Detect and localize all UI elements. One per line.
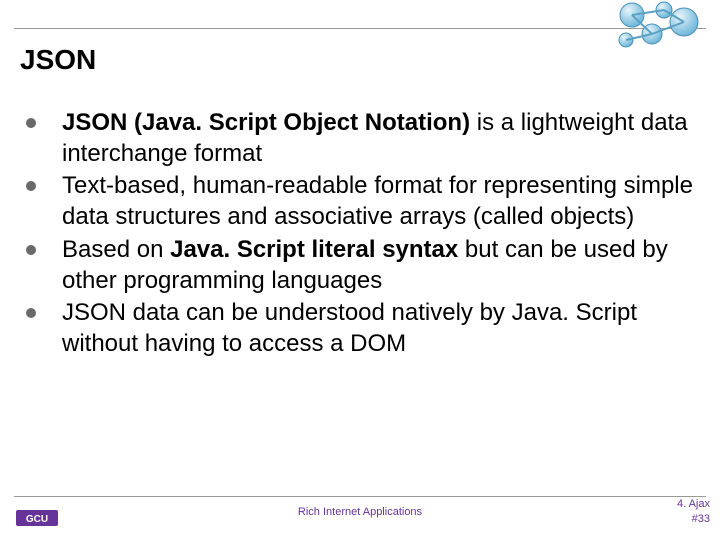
slide-title: JSON (20, 44, 96, 76)
list-item: Text-based, human-readable format for re… (20, 171, 696, 232)
footer-section-label: 4. Ajax (677, 497, 710, 511)
bullet-text: Based on Java. Script literal syntax but… (62, 235, 696, 296)
list-item: JSON data can be understood natively by … (20, 298, 696, 359)
footer-right: 4. Ajax #33 (677, 497, 710, 526)
bullet-icon (26, 118, 36, 128)
bullet-text: JSON (Java. Script Object Notation) is a… (62, 108, 696, 169)
bullet-icon (26, 245, 36, 255)
footer-slide-number: #33 (677, 512, 710, 526)
bullet-text: JSON data can be understood natively by … (62, 298, 696, 359)
list-item: JSON (Java. Script Object Notation) is a… (20, 108, 696, 169)
bullet-icon (26, 308, 36, 318)
footer-center: Rich Internet Applications (0, 506, 720, 518)
content-area: JSON (Java. Script Object Notation) is a… (20, 108, 696, 362)
bottom-rule (14, 496, 706, 497)
top-rule (14, 28, 706, 29)
bullet-text: Text-based, human-readable format for re… (62, 171, 696, 232)
list-item: Based on Java. Script literal syntax but… (20, 235, 696, 296)
bullet-icon (26, 181, 36, 191)
